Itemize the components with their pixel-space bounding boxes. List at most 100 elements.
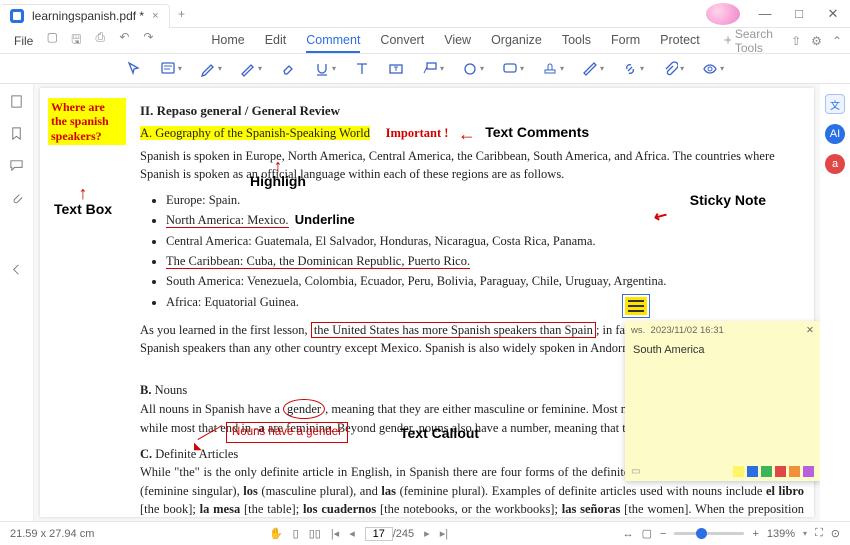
status-bar: 21.59 x 27.94 cm ✋ ▯ ▯▯ |◂ ◂ /245 ▸ ▸| ↔… bbox=[0, 521, 850, 545]
tab-close-icon[interactable]: × bbox=[152, 10, 158, 22]
text-comment-annotation[interactable]: Important ! bbox=[386, 126, 449, 140]
tab-protect[interactable]: Protect bbox=[660, 29, 700, 53]
assistant-icon[interactable]: a bbox=[825, 154, 845, 174]
comments-icon[interactable] bbox=[9, 158, 24, 176]
hand-tool-icon[interactable]: ✋ bbox=[269, 527, 283, 540]
list-item: Africa: Equatorial Guinea. bbox=[166, 293, 804, 311]
label-underline: Underline bbox=[295, 212, 355, 227]
new-tab-button[interactable]: + bbox=[170, 7, 194, 21]
label-text-comments: Text Comments bbox=[485, 124, 589, 140]
select-tool[interactable] bbox=[126, 61, 142, 77]
sticky-menu-icon[interactable]: ▭ bbox=[631, 466, 640, 477]
pencil-tool[interactable]: ▾ bbox=[240, 61, 262, 77]
fit-page-icon[interactable]: ▢ bbox=[642, 527, 652, 540]
right-sidebar: 文 AI a bbox=[820, 84, 850, 521]
sticky-close-icon[interactable]: ✕ bbox=[806, 325, 814, 336]
list-item: North America: Mexico. Underline bbox=[166, 211, 804, 230]
zoom-level: 139% bbox=[767, 528, 795, 540]
eraser-tool[interactable] bbox=[280, 61, 296, 77]
page-dimensions: 21.59 x 27.94 cm bbox=[10, 528, 94, 540]
first-page-icon[interactable]: |◂ bbox=[331, 527, 339, 540]
save-icon[interactable]: 🖫 bbox=[67, 30, 85, 51]
redo-icon[interactable]: ↷ bbox=[139, 30, 157, 51]
left-sidebar bbox=[0, 84, 34, 521]
attachments-icon[interactable] bbox=[9, 190, 24, 208]
zoom-out-icon[interactable]: − bbox=[660, 528, 666, 540]
window-close-button[interactable]: ✕ bbox=[816, 6, 850, 22]
heading-2: II. Repaso general / General Review bbox=[140, 102, 804, 121]
sticky-note-text[interactable]: South America bbox=[625, 340, 820, 360]
textbox-tool[interactable] bbox=[388, 61, 404, 77]
label-textbox: ↑ Text Box bbox=[54, 188, 112, 219]
list-item: South America: Venezuela, Colombia, Ecua… bbox=[166, 272, 804, 290]
thumbnails-icon[interactable] bbox=[9, 94, 24, 112]
tab-edit[interactable]: Edit bbox=[265, 29, 287, 53]
sparkle-icon bbox=[722, 35, 731, 47]
more-icon[interactable]: ⊙ bbox=[831, 527, 840, 540]
brand-orb-icon[interactable] bbox=[706, 3, 740, 25]
tab-convert[interactable]: Convert bbox=[380, 29, 424, 53]
list-item: Central America: Guatemala, El Salvador,… bbox=[166, 232, 804, 250]
layout-continuous-icon[interactable]: ▯ bbox=[293, 527, 299, 540]
window-maximize-button[interactable]: □ bbox=[782, 6, 816, 21]
tab-tools[interactable]: Tools bbox=[562, 29, 591, 53]
callout-tool[interactable]: ▾ bbox=[422, 61, 444, 77]
fullscreen-icon[interactable]: ⛶ bbox=[815, 527, 823, 540]
list-item: The Caribbean: Cuba, the Dominican Repub… bbox=[166, 252, 804, 270]
sticky-color-picker[interactable] bbox=[733, 466, 814, 477]
print-icon[interactable]: ⎙ bbox=[91, 30, 109, 51]
text-box-annotation[interactable]: Where are the spanish speakers? bbox=[48, 98, 126, 145]
window-minimize-button[interactable]: — bbox=[748, 6, 782, 21]
text-tool[interactable] bbox=[354, 61, 370, 77]
paragraph: Spanish is spoken in Europe, North Ameri… bbox=[140, 147, 804, 183]
attach-tool[interactable]: ▾ bbox=[662, 61, 684, 77]
ai-icon[interactable]: AI bbox=[825, 124, 845, 144]
link-tool[interactable]: ▾ bbox=[622, 61, 644, 77]
tab-view[interactable]: View bbox=[444, 29, 471, 53]
tab-title: learningspanish.pdf * bbox=[32, 9, 144, 23]
undo-icon[interactable]: ↶ bbox=[115, 30, 133, 51]
sticky-note-popup[interactable]: ws. 2023/11/02 16:31 ✕ South America ▭ bbox=[625, 321, 820, 481]
share-icon[interactable]: ⇧ bbox=[791, 34, 801, 48]
label-callout: Text Callout bbox=[400, 423, 479, 443]
zoom-in-icon[interactable]: + bbox=[752, 528, 758, 540]
translate-icon[interactable]: 文 bbox=[825, 94, 845, 114]
shapes-tool[interactable]: ▾ bbox=[462, 61, 484, 77]
highlight-tool[interactable]: ▾ bbox=[200, 61, 222, 77]
next-page-icon[interactable]: ▸ bbox=[424, 527, 430, 540]
document-tab[interactable]: learningspanish.pdf * × bbox=[0, 4, 170, 28]
underline-tool[interactable]: ▾ bbox=[314, 61, 336, 77]
rectangle-annotation[interactable]: the United States has more Spanish speak… bbox=[311, 322, 596, 338]
settings-icon[interactable]: ⚙ bbox=[811, 34, 822, 48]
text-callout-annotation[interactable]: ◣ Nouns have a gender bbox=[226, 422, 348, 443]
app-logo-icon bbox=[10, 9, 24, 23]
last-page-icon[interactable]: ▸| bbox=[440, 527, 448, 540]
stamp-tool[interactable]: ▾ bbox=[502, 61, 524, 77]
stamp2-tool[interactable]: ▾ bbox=[542, 61, 564, 77]
ribbon-tabs: Home Edit Comment Convert View Organize … bbox=[211, 29, 699, 53]
zoom-slider[interactable] bbox=[674, 532, 744, 535]
fit-width-icon[interactable]: ↔ bbox=[623, 528, 634, 540]
label-sticky-note: Sticky Note ↙ bbox=[690, 192, 766, 208]
measure-tool[interactable]: ▾ bbox=[582, 61, 604, 77]
hide-tool[interactable]: ▾ bbox=[702, 61, 724, 77]
collapse-ribbon-icon[interactable]: ⌃ bbox=[832, 34, 842, 48]
tab-home[interactable]: Home bbox=[211, 29, 244, 53]
prev-page-icon[interactable]: ◂ bbox=[349, 527, 355, 540]
layout-facing-icon[interactable]: ▯▯ bbox=[309, 527, 321, 540]
tab-organize[interactable]: Organize bbox=[491, 29, 542, 53]
note-tool[interactable]: ▾ bbox=[160, 61, 182, 77]
comment-toolbar: ▾ ▾ ▾ ▾ ▾ ▾ ▾ ▾ ▾ ▾ ▾ ▾ bbox=[0, 54, 850, 84]
label-highlight: ↑ Highligh bbox=[250, 162, 306, 191]
tab-form[interactable]: Form bbox=[611, 29, 640, 53]
highlighted-text: A. Geography of the Spanish-Speaking Wor… bbox=[140, 126, 370, 140]
bookmarks-icon[interactable] bbox=[9, 126, 24, 144]
page-number-input[interactable] bbox=[365, 527, 393, 541]
open-icon[interactable]: ▢ bbox=[43, 30, 61, 51]
tab-comment[interactable]: Comment bbox=[306, 29, 360, 53]
arrow-left-icon[interactable] bbox=[9, 262, 24, 280]
sticky-note-icon[interactable] bbox=[622, 294, 650, 318]
search-tools[interactable]: Search Tools bbox=[722, 27, 787, 55]
oval-annotation[interactable]: gender bbox=[283, 399, 325, 419]
file-menu[interactable]: File bbox=[8, 32, 39, 50]
